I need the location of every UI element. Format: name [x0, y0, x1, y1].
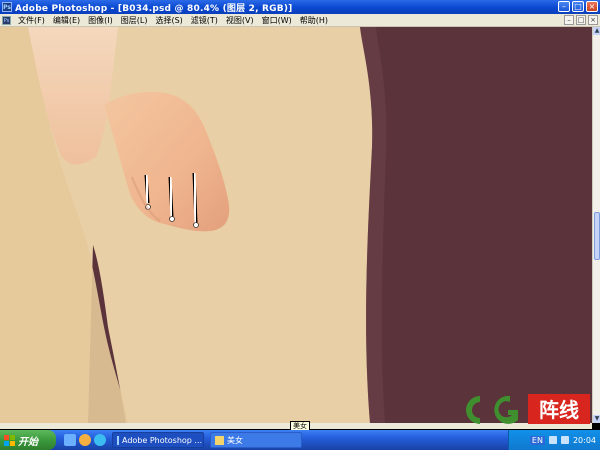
selection-line-3 [192, 172, 198, 224]
close-button[interactable]: × [586, 1, 598, 12]
vertical-scrollbar[interactable]: ▲ ▼ [592, 27, 600, 423]
quick-launch [64, 434, 106, 446]
doc-restore-button[interactable]: □ [576, 15, 586, 25]
document-controls: – □ × [564, 15, 598, 25]
selection-line-2 [168, 176, 174, 218]
network-icon[interactable] [548, 436, 557, 444]
show-desktop-icon[interactable] [64, 434, 76, 446]
start-button[interactable]: 开始 [0, 430, 56, 450]
canvas-artwork [0, 27, 592, 423]
document-canvas[interactable] [0, 27, 592, 423]
media-player-icon[interactable] [79, 434, 91, 446]
photoshop-icon: Ps [2, 2, 12, 12]
doc-close-button[interactable]: × [588, 15, 598, 25]
menu-file[interactable]: 文件(F) [14, 15, 49, 26]
window-title: Adobe Photoshop - [B034.psd @ 80.4% (图层 … [15, 3, 293, 14]
scroll-thumb[interactable] [594, 212, 600, 260]
folder-icon [215, 435, 224, 445]
menu-bar: Ps 文件(F) 编辑(E) 图像(I) 图层(L) 选择(S) 滤镜(T) 视… [0, 14, 600, 27]
taskbar-item-photoshop[interactable]: Adobe Photoshop ... [112, 432, 204, 448]
document-icon[interactable]: Ps [2, 15, 11, 25]
language-indicator[interactable]: EN [529, 435, 545, 445]
scroll-up-icon[interactable]: ▲ [593, 27, 600, 35]
taskbar-item-label: 美女 [227, 435, 243, 445]
menu-view[interactable]: 视图(V) [222, 15, 258, 26]
minimize-button[interactable]: – [558, 1, 570, 12]
start-label: 开始 [18, 436, 38, 448]
menu-image[interactable]: 图像(I) [84, 15, 117, 26]
menu-select[interactable]: 选择(S) [151, 15, 186, 26]
window-controls: – □ × [558, 1, 598, 12]
menu-help[interactable]: 帮助(H) [296, 15, 332, 26]
browser-icon[interactable] [94, 434, 106, 446]
menu-filter[interactable]: 滤镜(T) [187, 15, 222, 26]
dark-background-right [360, 27, 592, 423]
svg-text:阵线: 阵线 [539, 398, 579, 422]
scroll-down-icon[interactable]: ▼ [593, 415, 600, 423]
taskbar: 开始 Adobe Photoshop ... 美女 EN 20:04 [0, 430, 600, 450]
doc-minimize-button[interactable]: – [564, 15, 574, 25]
taskbar-item-label: Adobe Photoshop ... [122, 435, 203, 445]
system-tray: EN 20:04 [508, 430, 600, 450]
windows-logo-icon [4, 434, 15, 446]
selection-line-1 [144, 174, 150, 204]
menu-layer[interactable]: 图层(L) [117, 15, 152, 26]
menu-edit[interactable]: 编辑(E) [49, 15, 84, 26]
window-titlebar: Ps Adobe Photoshop - [B034.psd @ 80.4% (… [0, 0, 600, 14]
taskbar-item-folder[interactable]: 美女 [210, 432, 302, 448]
volume-icon[interactable] [560, 436, 569, 444]
photoshop-icon [117, 435, 119, 445]
maximize-button[interactable]: □ [572, 1, 584, 12]
clock: 20:04 [572, 435, 596, 445]
menu-window[interactable]: 窗口(W) [258, 15, 296, 26]
